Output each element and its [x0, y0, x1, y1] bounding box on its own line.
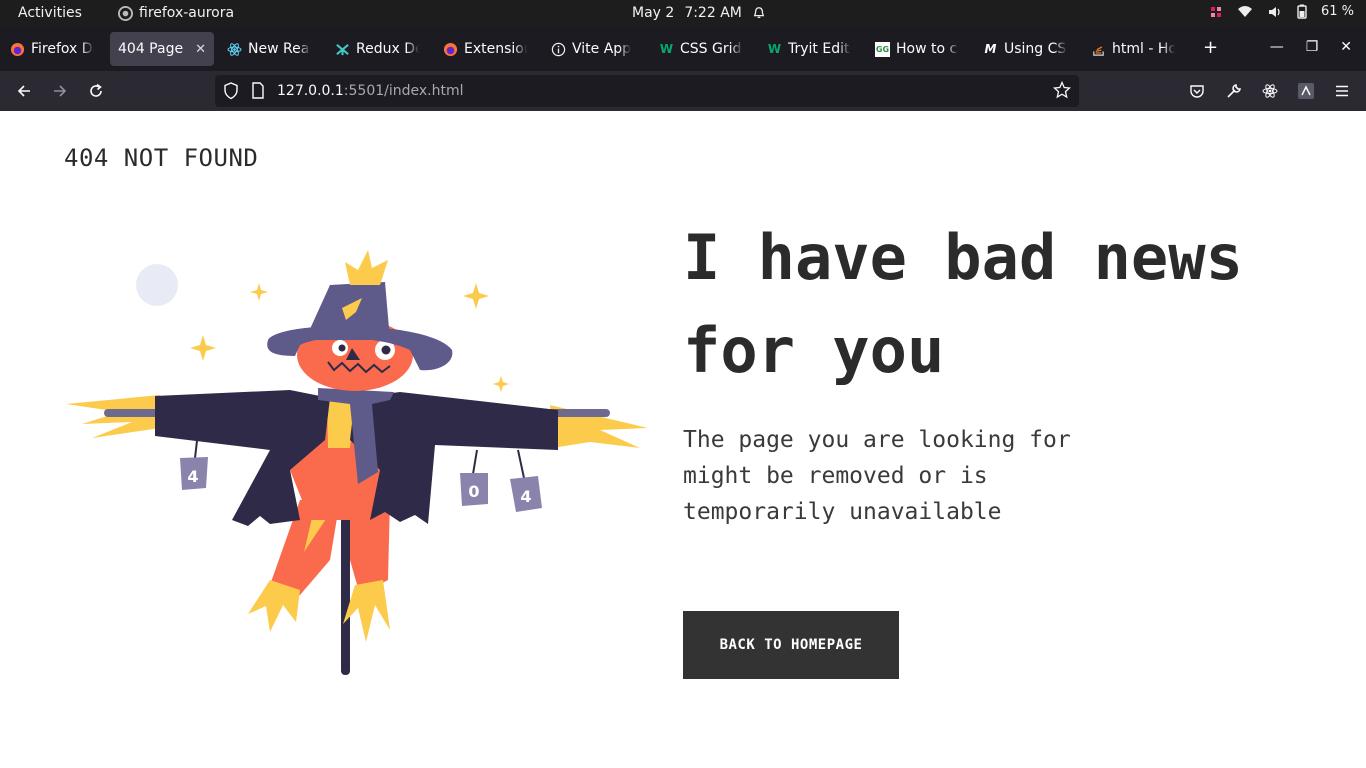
close-window-icon[interactable]: ✕ — [1340, 39, 1352, 55]
activities-button[interactable]: Activities — [18, 5, 82, 21]
forward-button[interactable] — [50, 81, 70, 101]
react-devtools-icon[interactable] — [1260, 81, 1280, 101]
tab-html-how-to[interactable]: html - How to — [1083, 32, 1183, 66]
right-foot-straw — [343, 580, 390, 642]
clock-time: 7:22 AM — [684, 5, 742, 21]
tab-strip: Firefox Developer Edition 404 Page ✕ New… — [0, 27, 1366, 71]
redux-devtools-extension-icon[interactable] — [1296, 81, 1316, 101]
system-tray[interactable]: 61 % — [1209, 4, 1354, 19]
hat-straw — [345, 250, 388, 285]
react-icon — [227, 42, 242, 57]
battery-percent: 61 % — [1320, 4, 1354, 19]
tab-label: Vite App — [572, 41, 632, 57]
reload-icon — [90, 83, 102, 97]
url-path: :5501/index.html — [343, 83, 464, 99]
can-digit-right: 4 — [520, 487, 531, 506]
arrow-right-icon — [54, 85, 67, 97]
minimize-icon[interactable]: — — [1270, 39, 1284, 55]
window-controls: — ❐ ✕ — [1270, 39, 1352, 55]
address-bar[interactable]: 127.0.0.1:5501/index.html — [215, 75, 1079, 107]
headline: I have bad news for you — [683, 221, 1243, 387]
stackoverflow-icon — [1091, 42, 1106, 57]
redux-icon — [335, 42, 350, 57]
moon-shape — [136, 264, 178, 306]
tab-redux-devtools[interactable]: Redux DevTools — [327, 32, 427, 66]
site-brand: 404 NOT FOUND — [64, 144, 259, 172]
new-tab-button[interactable]: + — [1203, 39, 1218, 57]
app-name-label: firefox-aurora — [139, 5, 235, 21]
left-foot-straw — [248, 580, 300, 632]
tab-404-page[interactable]: 404 Page ✕ — [110, 32, 214, 66]
can-digit-middle: 0 — [468, 482, 479, 501]
arrow-left-icon — [17, 85, 30, 97]
tab-label: Redux DevTools — [356, 41, 419, 57]
tab-vite-app[interactable]: Vite App — [543, 32, 643, 66]
mdn-icon: M — [984, 42, 997, 56]
bookmark-star-icon[interactable] — [1052, 80, 1072, 103]
firefox-app-icon — [118, 5, 133, 21]
tab-label: New React App — [248, 41, 311, 57]
system-top-bar: Activities firefox-aurora May 2 7:22 AM … — [0, 0, 1366, 27]
wifi-icon — [1237, 5, 1252, 17]
can-right: 4 — [510, 476, 542, 512]
slack-icon — [1210, 6, 1221, 17]
can-digit-left: 4 — [187, 467, 198, 486]
tab-new-react-app[interactable]: New React App — [219, 32, 319, 66]
reload-button[interactable] — [86, 81, 106, 101]
tab-label: Tryit Editor — [788, 41, 851, 57]
can-left: 4 — [180, 457, 208, 490]
firefox-icon — [10, 42, 25, 57]
tab-using-css[interactable]: M Using CSS — [975, 32, 1075, 66]
tab-label: Extensions — [464, 41, 527, 57]
battery-icon — [1297, 4, 1307, 19]
tab-css-grid-layout[interactable]: W CSS Grid Layout — [651, 32, 751, 66]
navigation-toolbar: 127.0.0.1:5501/index.html — [0, 71, 1366, 111]
info-icon — [551, 42, 566, 57]
hamburger-menu-icon[interactable] — [1332, 81, 1352, 101]
pole — [341, 495, 350, 675]
bell-icon — [753, 7, 765, 18]
tab-how-to-create[interactable]: GG How to create — [867, 32, 967, 66]
tab-label: Using CSS — [1004, 41, 1067, 57]
page-viewport: 404 NOT FOUND 4 0 4 I have bad news for … — [0, 111, 1366, 768]
pocket-icon[interactable] — [1187, 81, 1207, 101]
w3schools-icon: W — [767, 42, 782, 56]
tab-extensions[interactable]: Extensions — [435, 32, 535, 66]
wrench-icon[interactable] — [1224, 81, 1244, 101]
clock-date: May 2 — [632, 5, 675, 21]
page-info-icon[interactable] — [251, 82, 265, 104]
tab-label: 404 Page — [118, 41, 184, 57]
tracking-protection-shield-icon[interactable] — [223, 82, 239, 104]
gfg-icon: GG — [875, 41, 890, 57]
url-text[interactable]: 127.0.0.1:5501/index.html — [277, 83, 464, 99]
tab-label: html - How to — [1112, 41, 1175, 57]
firefox-icon — [443, 42, 458, 57]
back-to-homepage-button[interactable]: BACK TO HOMEPAGE — [683, 611, 899, 679]
clock[interactable]: May 2 7:22 AM — [632, 5, 766, 21]
back-button[interactable] — [14, 81, 34, 101]
can-middle: 0 — [460, 473, 488, 506]
maximize-icon[interactable]: ❐ — [1306, 39, 1319, 55]
tab-label: CSS Grid Layout — [680, 41, 743, 57]
volume-icon — [1268, 6, 1280, 17]
scarecrow-illustration: 4 0 4 — [66, 250, 648, 675]
w3schools-icon: W — [659, 42, 674, 56]
tab-label: Firefox Developer Edition — [31, 41, 94, 57]
url-host: 127.0.0.1 — [277, 83, 344, 99]
tab-tryit-editor[interactable]: W Tryit Editor — [759, 32, 859, 66]
app-menu[interactable]: firefox-aurora — [118, 5, 234, 21]
tab-close-icon[interactable]: ✕ — [195, 42, 206, 57]
description: The page you are looking for might be re… — [683, 427, 1071, 525]
tab-firefox-developer-edition[interactable]: Firefox Developer Edition — [2, 32, 102, 66]
tab-label: How to create — [896, 41, 959, 57]
